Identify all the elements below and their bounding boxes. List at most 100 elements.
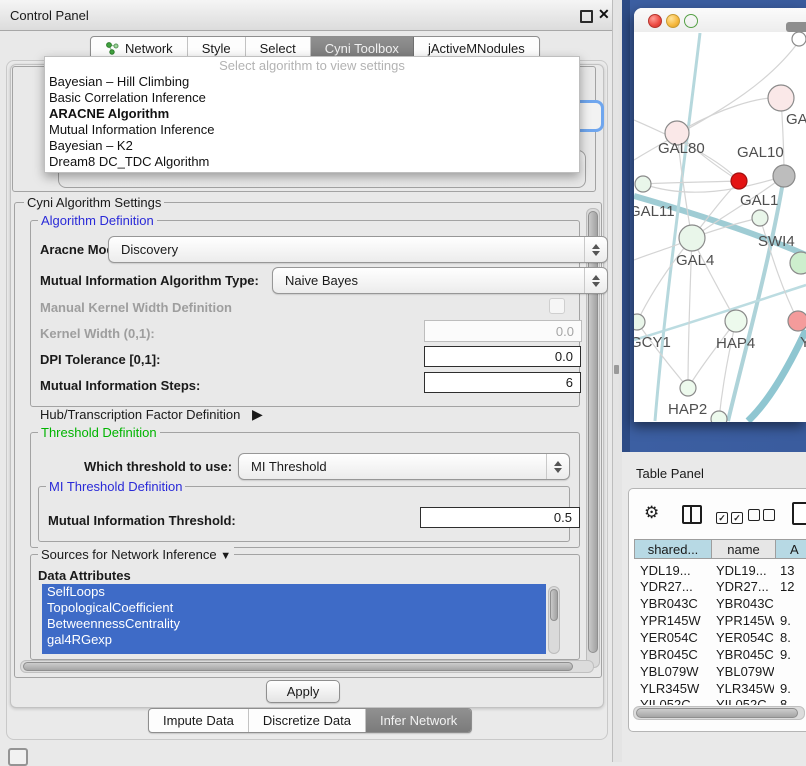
attribute-item-selected[interactable]: TopologicalCoefficient [42,600,546,616]
kernel-width-input[interactable]: 0.0 [424,320,582,342]
table-horizontal-scrollbar[interactable] [633,706,805,720]
select-all-checkboxes-icon[interactable]: ✓✓ [716,508,743,526]
mi-algorithm-type-label: Mutual Information Algorithm Type: [40,273,259,288]
network-node[interactable] [725,310,747,332]
table-cell[interactable]: YBR043C [640,596,710,611]
dpi-tolerance-input[interactable]: 0.0 [424,346,581,367]
table-cell[interactable]: YDR27... [716,579,774,594]
table-cell[interactable]: 9. [780,681,806,696]
table-cell[interactable]: YBL079W [640,664,710,679]
attribute-item-selected[interactable]: gal4RGexp [42,632,546,648]
table-cell[interactable]: YDR27... [640,579,710,594]
algorithm-option[interactable]: Bayesian – Hill Climbing [45,74,579,90]
network-node[interactable] [711,411,727,422]
table-cell[interactable]: 8. [780,697,806,705]
aracne-mode-combo[interactable]: Discovery [108,236,608,263]
table-cell[interactable]: YPR145W [640,613,710,628]
table-cell[interactable]: YIL052C [640,697,710,705]
table-cell[interactable]: 12 [780,579,806,594]
threshold-definition-title: Threshold Definition [38,425,160,440]
algorithm-option[interactable]: Dream8 DC_TDC Algorithm [45,154,579,170]
mi-steps-label: Mutual Information Steps: [40,378,200,393]
network-node-selected[interactable] [731,173,747,189]
table-cell[interactable]: YLR345W [640,681,710,696]
algorithm-option-selected[interactable]: ARACNE Algorithm [45,106,579,122]
table-cell[interactable]: YER054C [640,630,710,645]
table-cell[interactable]: 9. [780,647,806,662]
gear-icon[interactable]: ⚙ [644,503,659,523]
algorithm-option[interactable]: Basic Correlation Inference [45,90,579,106]
table-cell[interactable]: YBR043C [716,596,774,611]
column-header-name[interactable]: name [711,539,776,559]
mi-algorithm-type-combo[interactable]: Naive Bayes [272,267,608,294]
network-node[interactable] [773,165,795,187]
table-cell[interactable]: YIL052C [716,697,774,705]
attribute-item-selected[interactable]: BetweennessCentrality [42,616,546,632]
table-cell[interactable]: YBL079W [716,664,774,679]
minimized-panel-icon[interactable] [8,748,28,766]
network-canvas[interactable]: GAL GAL80 GAL10 GAL11 GAL1 SWI4 GAL4 GCY… [634,32,806,422]
mi-steps-input[interactable]: 6 [424,372,581,393]
settings-horizontal-scrollbar[interactable] [20,660,594,673]
network-window[interactable]: GAL GAL80 GAL10 GAL11 GAL1 SWI4 GAL4 GCY… [634,8,806,422]
tab-impute-data[interactable]: Impute Data [149,709,249,732]
collapse-arrow-icon: ▼ [220,550,231,562]
network-node[interactable] [679,225,705,251]
which-threshold-combo[interactable]: MI Threshold [238,453,570,480]
network-node[interactable] [790,252,806,274]
table-cell[interactable]: YLR345W [716,681,774,696]
zoom-traffic-light-icon[interactable] [684,14,698,28]
close-icon[interactable]: ✕ [598,6,610,23]
table-cell[interactable]: YER054C [716,630,774,645]
float-window-icon[interactable] [580,10,593,23]
window-corner-widget [786,22,806,32]
network-node-label: HAP4 [716,335,755,352]
minimize-traffic-light-icon[interactable] [666,14,680,28]
control-panel-title: Control Panel [10,8,89,23]
sources-title[interactable]: Sources for Network Inference ▼ [38,547,234,562]
network-node-label: GAL [786,111,806,128]
algorithm-option[interactable]: Bayesian – K2 [45,138,579,154]
new-table-icon[interactable] [792,502,806,525]
table-cell[interactable]: YPR145W [716,613,774,628]
bottom-tabbar: Impute Data Discretize Data Infer Networ… [148,708,472,733]
network-node-label: GAL4 [676,252,714,269]
network-node[interactable] [635,176,651,192]
mi-threshold-input[interactable]: 0.5 [420,507,580,528]
close-traffic-light-icon[interactable] [648,14,662,28]
network-node[interactable] [768,85,794,111]
expand-arrow-icon: ▶ [252,406,263,422]
columns-icon[interactable] [682,505,702,524]
column-header-shared-name[interactable]: shared... [634,539,712,559]
network-node[interactable] [788,311,806,331]
algorithm-definition-title: Algorithm Definition [38,213,157,228]
algorithm-popup-prompt: Select algorithm to view settings [45,57,579,74]
split-pane-handle-icon[interactable] [614,365,619,374]
manual-kernel-width-checkbox[interactable] [549,298,565,314]
network-node[interactable] [680,380,696,396]
table-cell[interactable]: YBR045C [716,647,774,662]
network-node[interactable] [752,210,768,226]
which-threshold-label: Which threshold to use: [84,459,232,474]
network-node[interactable] [792,32,806,46]
tab-infer-network[interactable]: Infer Network [366,709,471,732]
network-node-label: Y [800,334,806,351]
network-node[interactable] [634,314,645,330]
algorithm-option[interactable]: Mutual Information Inference [45,122,579,138]
table-cell[interactable]: 13 [780,563,806,578]
table-cell[interactable]: YDL19... [716,563,774,578]
table-cell[interactable]: YBR045C [640,647,710,662]
table-cell[interactable]: 8. [780,630,806,645]
hub-tf-definition-toggle[interactable]: Hub/Transcription Factor Definition ▶ [40,406,263,423]
attribute-item-selected[interactable]: SelfLoops [42,584,546,600]
column-header-partial[interactable]: A [775,539,806,559]
attribute-list-scrollbar[interactable] [548,586,560,654]
tab-discretize-data[interactable]: Discretize Data [249,709,366,732]
apply-button[interactable]: Apply [266,680,340,703]
deselect-all-checkboxes-icon[interactable] [748,508,775,526]
network-node-label: GAL80 [658,140,705,157]
data-attributes-list: SelfLoops TopologicalCoefficient Between… [42,584,546,654]
table-cell[interactable]: 9. [780,613,806,628]
table-cell[interactable]: YDL19... [640,563,710,578]
mi-threshold-definition-title: MI Threshold Definition [46,479,185,494]
